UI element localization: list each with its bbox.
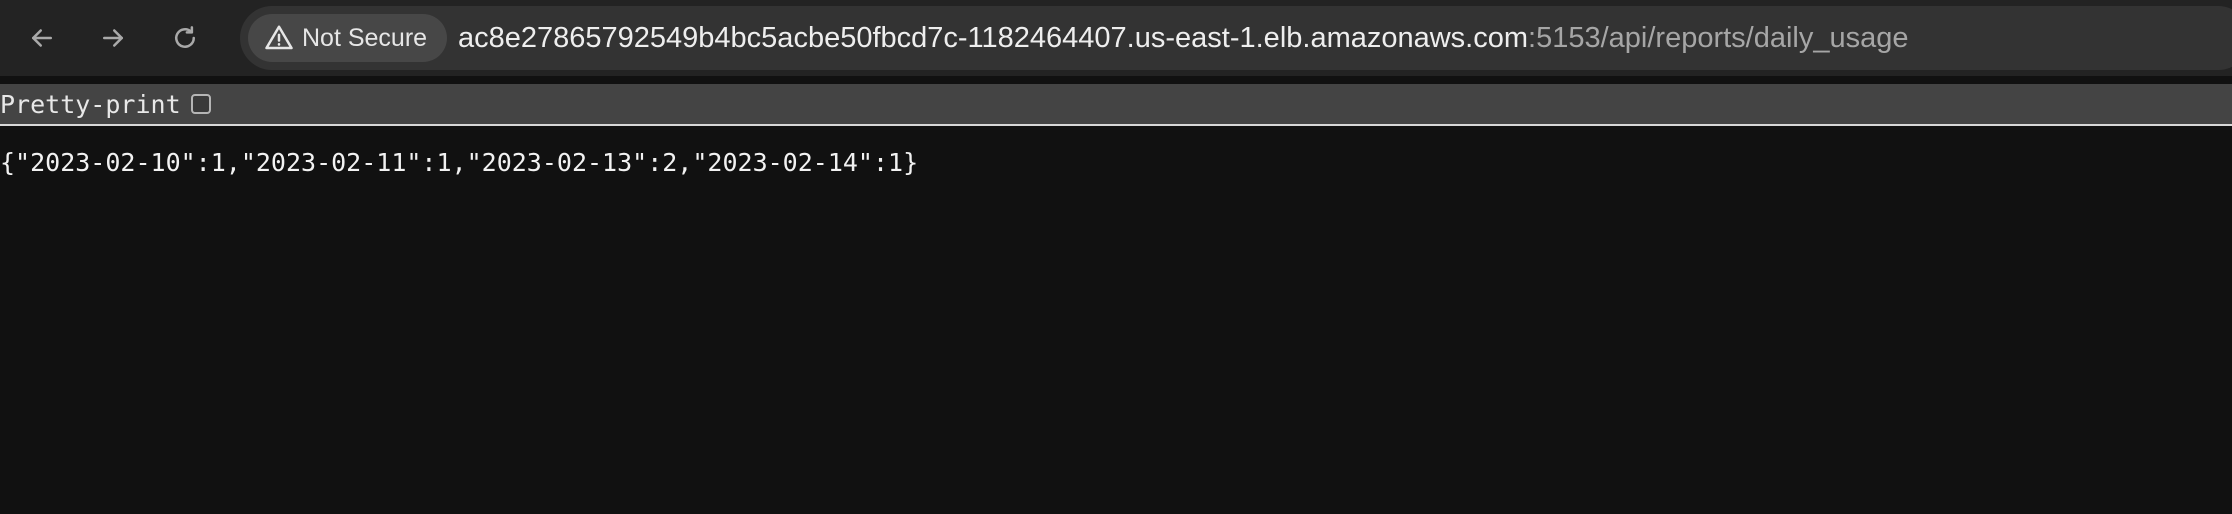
warning-triangle-icon [265, 25, 293, 50]
reload-icon [175, 26, 195, 48]
pretty-print-checkbox[interactable] [190, 94, 211, 114]
pretty-print-bar: Pretty-print [0, 84, 2232, 126]
forward-button[interactable] [89, 14, 137, 62]
url-path: :5153/api/reports/daily_usage [1528, 21, 1909, 54]
security-indicator[interactable]: Not Secure [248, 14, 448, 62]
json-response-body: {"2023-02-10":1,"2023-02-11":1,"2023-02-… [0, 148, 919, 177]
browser-toolbar: Not Secure ac8e27865792549b4bc5acbe50fbc… [0, 0, 2232, 76]
reload-button[interactable] [161, 14, 209, 62]
forward-arrow-icon [103, 29, 123, 47]
url-host: ac8e27865792549b4bc5acbe50fbcd7c-1182464… [458, 21, 1529, 54]
address-bar[interactable]: Not Secure ac8e27865792549b4bc5acbe50fbc… [240, 6, 2232, 70]
pretty-print-label: Pretty-print [0, 89, 181, 119]
back-button[interactable] [18, 14, 66, 62]
url-text[interactable]: ac8e27865792549b4bc5acbe50fbcd7c-1182464… [458, 6, 1909, 70]
back-arrow-icon [32, 29, 52, 47]
security-label: Not Secure [302, 23, 428, 52]
